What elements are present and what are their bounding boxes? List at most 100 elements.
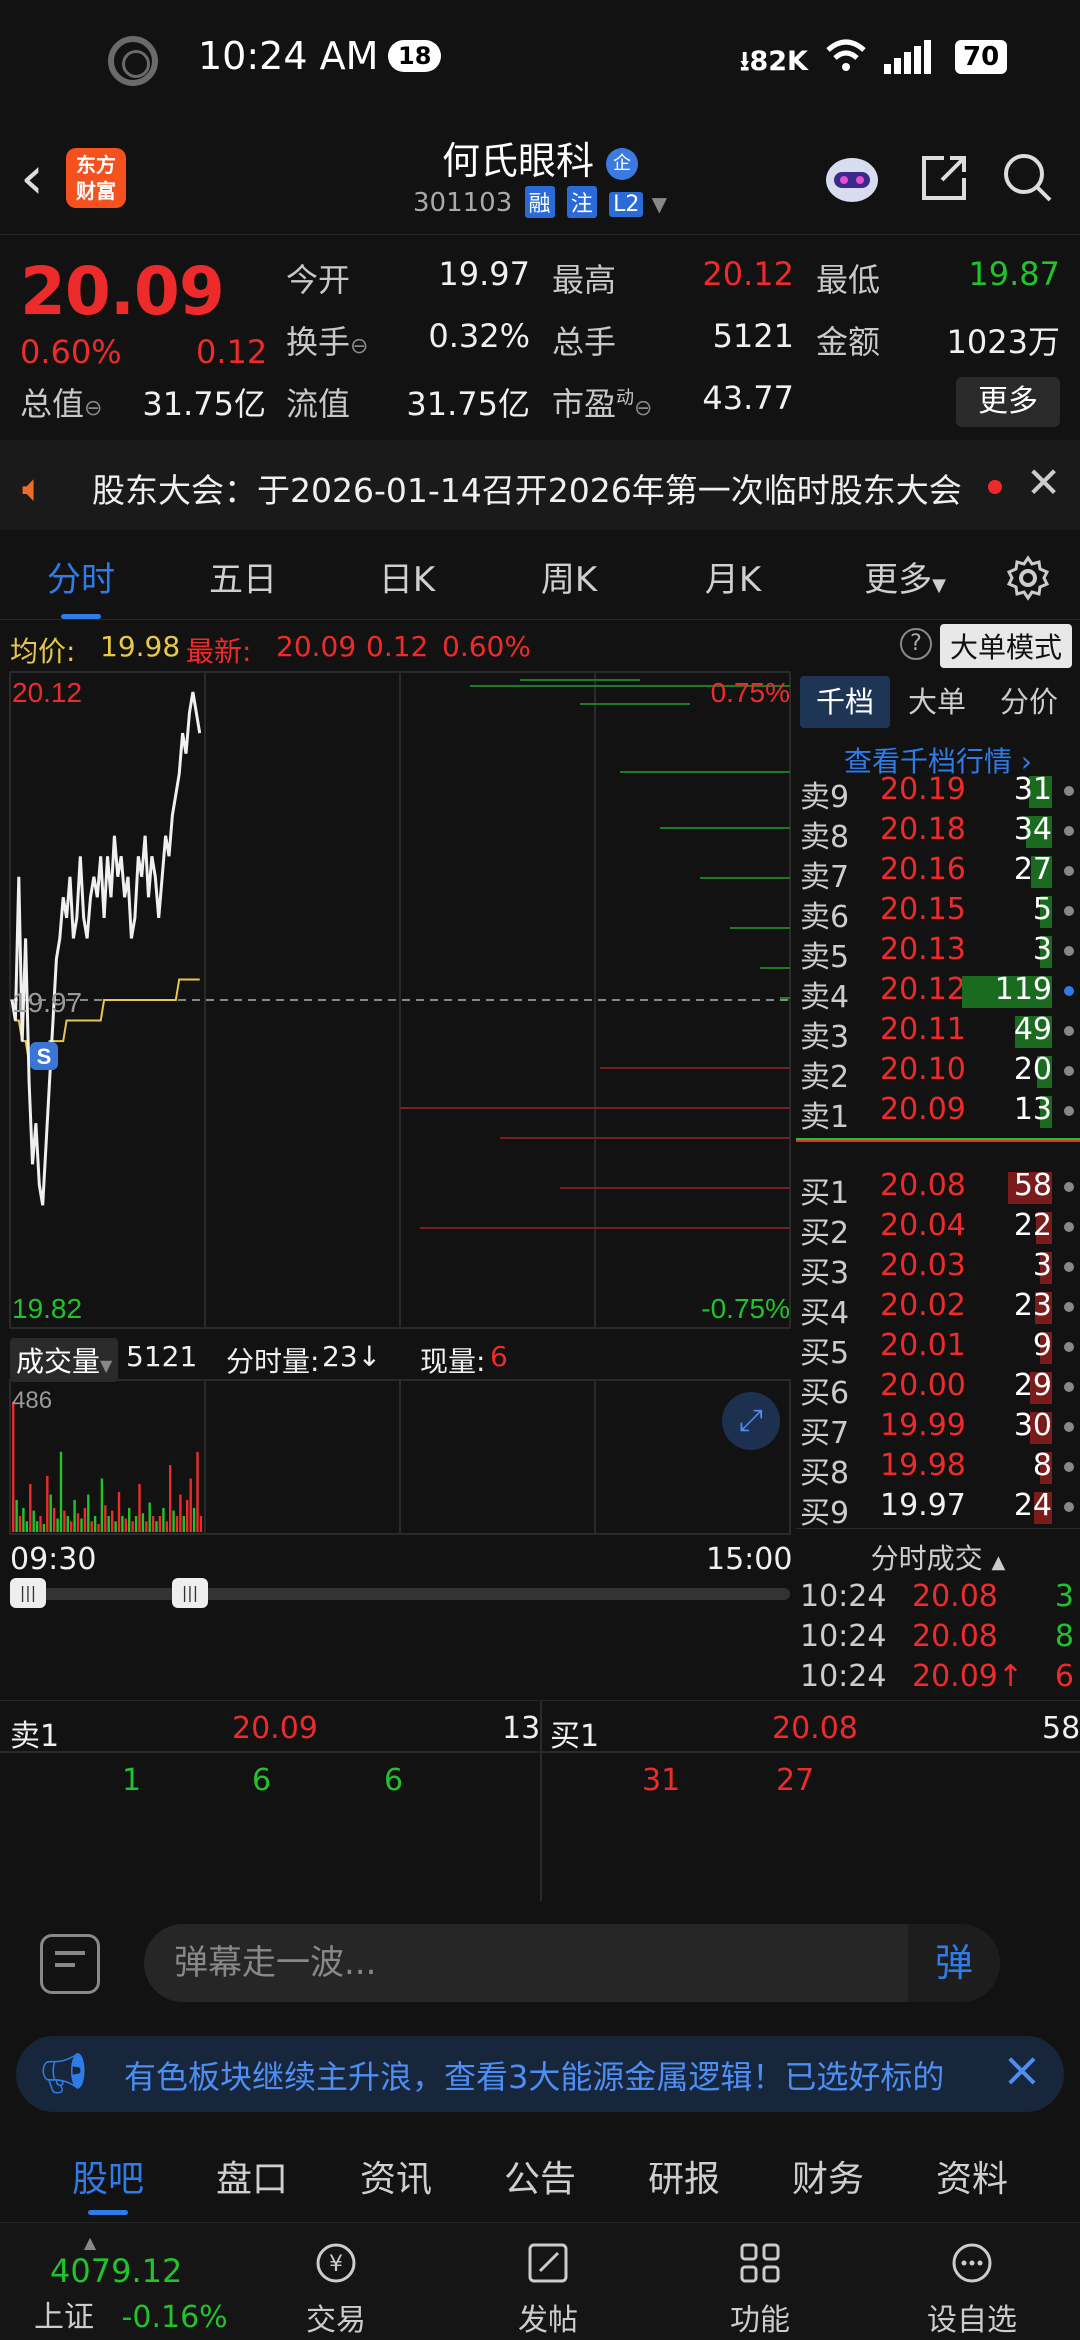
tab-profile[interactable]: 资料	[912, 2150, 1032, 2202]
divider-green	[796, 1138, 1080, 1140]
ask-level-row[interactable]: 卖1 20.09 13	[796, 1092, 1080, 1135]
buy-queue-item: 31	[642, 1763, 681, 1798]
promo-text[interactable]: 有色板块继续主升浪，查看3大能源金属逻辑！已选好标的	[124, 2052, 1004, 2098]
danmaku-bar: 弹幕走一波... 弹	[0, 1908, 1080, 2018]
ask-level-row[interactable]: 卖5 20.13 3	[796, 932, 1080, 975]
bid-level-row[interactable]: 买5 20.01 9	[796, 1328, 1080, 1371]
chart-bottom-percent: -0.75%	[701, 1293, 790, 1324]
tab-more[interactable]: 更多▼	[840, 552, 970, 601]
tab-news[interactable]: 资讯	[336, 2150, 456, 2202]
bid-level-dot	[1064, 1382, 1074, 1392]
nav-functions[interactable]: 功能	[690, 2239, 830, 2339]
sell-queue-item: 1	[122, 1763, 142, 1798]
share-icon[interactable]	[914, 148, 974, 208]
sell-marker-label: S	[37, 1044, 52, 1069]
tab-daily-k[interactable]: 日K	[342, 552, 472, 601]
bid-level-row[interactable]: 买6 20.00 29	[796, 1368, 1080, 1411]
tab-forum[interactable]: 股吧	[48, 2150, 168, 2215]
tab-thousand-levels[interactable]: 千档	[800, 676, 890, 728]
announcement-text[interactable]: 股东大会：于2026-01-14召开2026年第一次临时股东大会	[92, 464, 962, 512]
bid-level-dot	[1064, 1302, 1074, 1312]
danmaku-input[interactable]: 弹幕走一波... 弹	[144, 1924, 1000, 2002]
bid-level-row[interactable]: 买9 19.97 24	[796, 1488, 1080, 1531]
time-range-track[interactable]	[10, 1588, 790, 1600]
ask-level-label: 卖4	[800, 980, 850, 1015]
volume-selector[interactable]: 成交量▼	[10, 1338, 119, 1382]
price-line	[10, 691, 202, 1206]
ask-level-row[interactable]: 卖9 20.19 31	[796, 772, 1080, 815]
more-dots-icon	[952, 2243, 992, 2283]
ask-level-row[interactable]: 卖2 20.10 20	[796, 1052, 1080, 1095]
volume-bar	[56, 1518, 59, 1532]
bid-level-label: 买2	[800, 1216, 850, 1251]
tab-monthly-k[interactable]: 月K	[668, 552, 798, 601]
market-cap-label[interactable]: 总值⊖	[20, 379, 102, 425]
turnover-label[interactable]: 换手⊖	[286, 317, 368, 363]
close-icon[interactable]: ×	[1002, 2042, 1042, 2098]
intraday-chart-svg: 20.12 0.75% 19.97 19.82 -0.75% S	[9, 671, 791, 1329]
big-order-mode-button[interactable]: 大单模式	[940, 624, 1073, 668]
volume-bar	[35, 1521, 39, 1532]
volume-bar	[97, 1524, 100, 1532]
bid-level-row[interactable]: 买3 20.03 3	[796, 1248, 1080, 1291]
nav-add-watchlist[interactable]: 设自选	[902, 2239, 1042, 2339]
nav-post[interactable]: 发帖	[478, 2239, 618, 2339]
robot-assistant-icon[interactable]	[822, 148, 882, 208]
avg-value: 19.98	[100, 630, 181, 663]
avg-label: 均价:	[10, 635, 76, 668]
intraday-chart[interactable]: 20.12 0.75% 19.97 19.82 -0.75% S	[0, 668, 795, 1336]
help-icon[interactable]: ?	[900, 628, 932, 660]
tab-price-distribution[interactable]: 分价	[984, 676, 1074, 728]
index-value: 4079.12	[50, 2252, 183, 2290]
range-handle-right[interactable]: |||	[172, 1578, 208, 1608]
ask-level-row[interactable]: 卖4 20.12 119	[796, 972, 1080, 1015]
volume-bar	[111, 1510, 114, 1532]
more-button[interactable]: 更多	[956, 377, 1060, 427]
tab-five-day[interactable]: 五日	[178, 552, 308, 601]
tab-big-orders[interactable]: 大单	[892, 676, 982, 728]
pe-label[interactable]: 市盈动⊖	[552, 379, 652, 425]
tab-weekly-k[interactable]: 周K	[504, 552, 634, 601]
expand-icon[interactable]: ⤢	[722, 1392, 780, 1450]
ask-level-label: 卖7	[800, 860, 850, 895]
volume-total: 5121	[126, 1340, 198, 1373]
bid-level-qty: 29	[1013, 1368, 1052, 1403]
bid-level-row[interactable]: 买8 19.98 8	[796, 1448, 1080, 1491]
danmaku-settings-icon[interactable]	[40, 1934, 100, 1994]
index-quote[interactable]: ▲ 4079.12 上证 -0.16%	[20, 2233, 228, 2336]
bid-level-row[interactable]: 买2 20.04 22	[796, 1208, 1080, 1251]
nav-trade[interactable]: ¥ 交易	[266, 2239, 406, 2339]
tab-announcements[interactable]: 公告	[480, 2150, 600, 2202]
ask-level-price: 20.16	[880, 852, 966, 887]
index-change: -0.16%	[121, 2300, 228, 2335]
volume-bar	[18, 1516, 22, 1532]
bid-level-row[interactable]: 买7 19.99 30	[796, 1408, 1080, 1451]
ask-level-row[interactable]: 卖7 20.16 27	[796, 852, 1080, 895]
tab-market-depth[interactable]: 盘口	[192, 2150, 312, 2202]
ask-level-price: 20.19	[880, 772, 966, 807]
bid-level-row[interactable]: 买1 20.08 58	[796, 1168, 1080, 1211]
bid-level-row[interactable]: 买4 20.02 23	[796, 1288, 1080, 1331]
ask-level-row[interactable]: 卖6 20.15 5	[796, 892, 1080, 935]
tab-intraday[interactable]: 分时	[16, 552, 146, 619]
tab-research[interactable]: 研报	[624, 2150, 744, 2202]
close-icon[interactable]: ✕	[1026, 458, 1061, 507]
tab-financials[interactable]: 财务	[768, 2150, 888, 2202]
ask-level-label: 卖2	[800, 1060, 850, 1095]
promo-banner[interactable]: 📢︎ 有色板块继续主升浪，查看3大能源金属逻辑！已选好标的 ×	[16, 2036, 1064, 2112]
trade-row: 10:24 20.08 3	[796, 1579, 1080, 1619]
range-handle-left[interactable]: |||	[10, 1578, 46, 1608]
ask-level-row[interactable]: 卖3 20.11 49	[796, 1012, 1080, 1055]
current-volume-label: 现量:	[420, 1345, 486, 1378]
ask-level-dot	[1064, 866, 1074, 876]
quote-panel: 20.09 0.60% 0.12 今开 19.97 最高 20.12 最低 19…	[0, 234, 1080, 434]
search-icon[interactable]	[998, 148, 1058, 208]
announcement-bar[interactable]: 🔈︎ 股东大会：于2026-01-14召开2026年第一次临时股东大会 ✕	[0, 440, 1080, 530]
settings-gear-icon[interactable]	[1004, 554, 1052, 602]
ask-level-row[interactable]: 卖8 20.18 34	[796, 812, 1080, 855]
ask-level-price: 20.15	[880, 892, 966, 927]
trade-ticks-title[interactable]: 分时成交 ▲	[796, 1537, 1080, 1577]
danmaku-send-button[interactable]: 弹	[908, 1924, 1000, 2002]
volume-bar	[114, 1521, 117, 1532]
volume-bar	[32, 1510, 35, 1532]
